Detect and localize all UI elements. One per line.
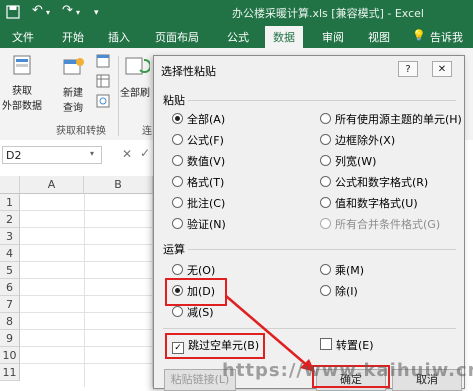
watermark-text: https://www.kaihuiw.cn [222,360,473,381]
annotation-arrow [225,295,315,372]
